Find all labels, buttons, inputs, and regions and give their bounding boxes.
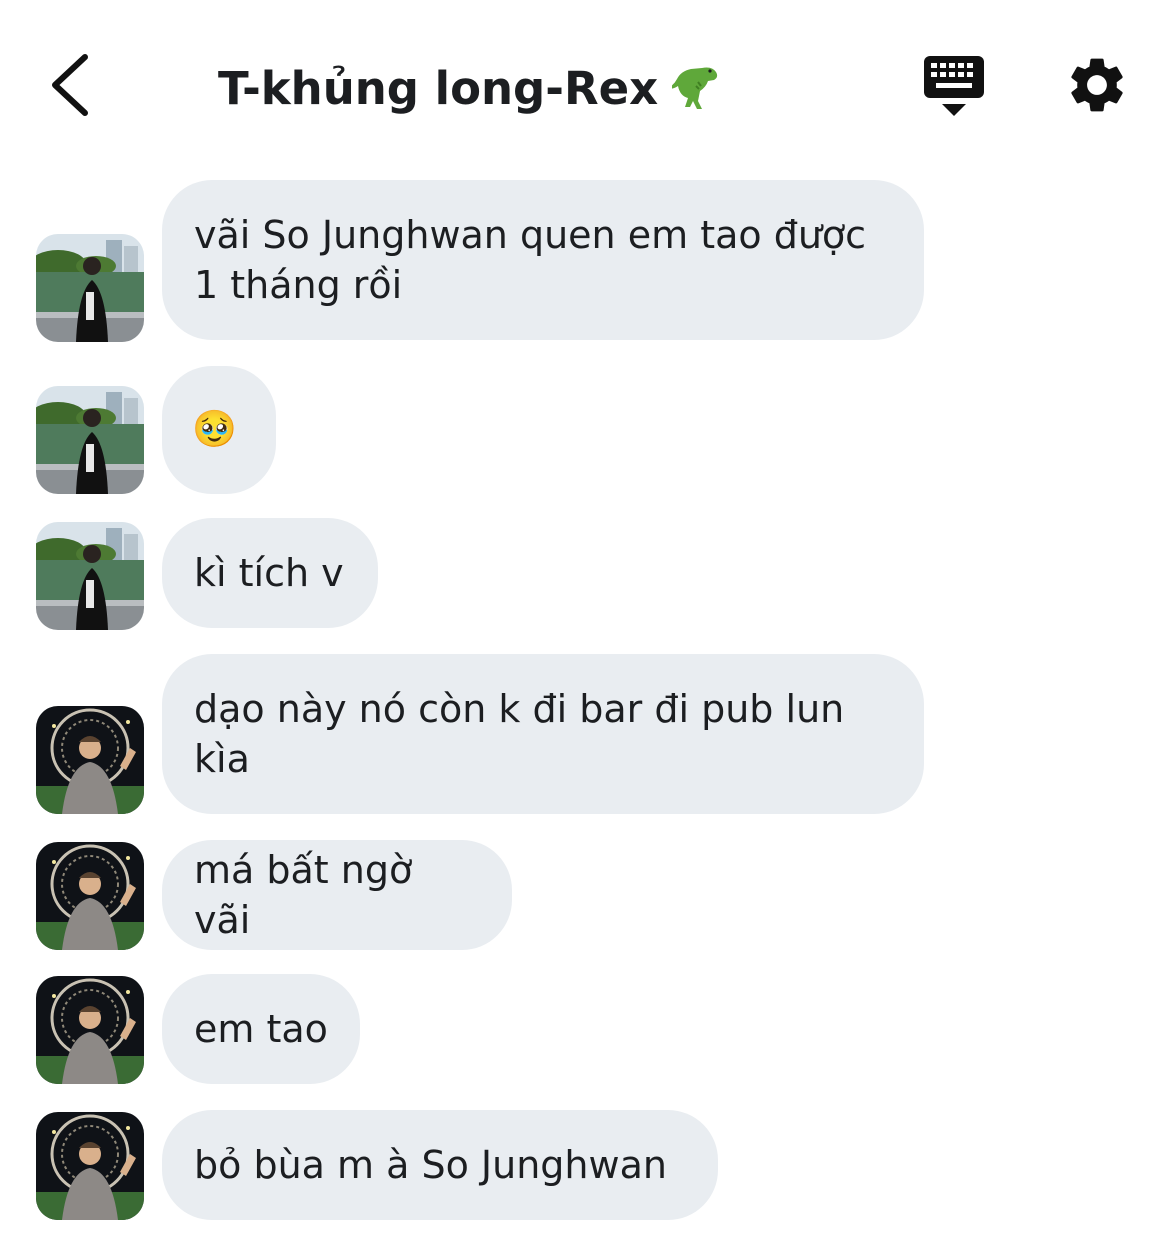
avatar-ferris-image [36,1112,144,1220]
avatar-ferris-image [36,976,144,1084]
avatar-lake-image [36,522,144,630]
keyboard-toggle-button[interactable] [918,52,990,122]
avatar[interactable] [36,234,144,342]
gear-icon [1071,58,1123,112]
message-bubble[interactable]: dạo này nó còn k đi bar đi pub lun kìa [162,654,924,814]
message-bubble[interactable]: 🥹 [162,366,276,494]
message-text: dạo này nó còn k đi bar đi pub lun kìa [194,687,845,781]
message-bubble[interactable]: vãi So Junghwan quen em tao được 1 tháng… [162,180,924,340]
message-text: vãi So Junghwan quen em tao được 1 tháng… [194,213,867,307]
chat-header: T-khủng long-Rex [0,0,1170,170]
avatar[interactable] [36,976,144,1084]
message-text: bỏ bùa m à So Junghwan [194,1143,667,1187]
message-text: em tao [194,1007,328,1051]
avatar[interactable] [36,386,144,494]
avatar[interactable] [36,842,144,950]
avatar[interactable] [36,706,144,814]
message-bubble[interactable]: bỏ bùa m à So Junghwan [162,1110,718,1220]
avatar-ferris-image [36,842,144,950]
avatar-lake-image [36,234,144,342]
message-text: má bất ngờ vãi [194,848,413,942]
settings-button[interactable] [1064,52,1130,118]
back-button[interactable] [34,40,104,130]
keyboard-hide-icon [924,56,984,116]
avatar[interactable] [36,1112,144,1220]
message-text: kì tích v [194,551,344,595]
avatar[interactable] [36,522,144,630]
message-bubble[interactable]: má bất ngờ vãi [162,840,512,950]
t-rex-emoji-icon [672,62,724,114]
message-bubble[interactable]: em tao [162,974,360,1084]
avatar-ferris-image [36,706,144,814]
message-emoji: 🥹 [192,409,237,450]
message-bubble[interactable]: kì tích v [162,518,378,628]
chat-title: T-khủng long-Rex [218,56,724,120]
chat-title-text: T-khủng long-Rex [218,61,659,115]
chevron-left-icon [52,54,88,116]
avatar-lake-image [36,386,144,494]
